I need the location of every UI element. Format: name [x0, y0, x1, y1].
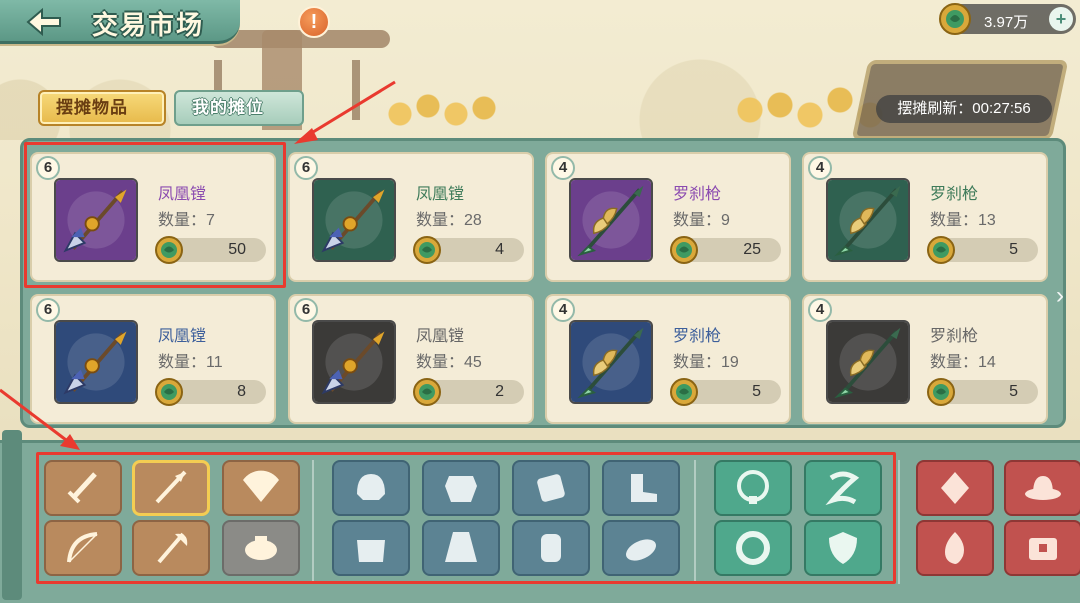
- item-price-bar: 8: [155, 378, 266, 406]
- item-thumbnail: [312, 320, 396, 404]
- jade-coin-icon: [412, 377, 442, 407]
- item-name: 凤凰镗: [158, 328, 207, 345]
- category-flame[interactable]: [916, 520, 994, 576]
- tab-my-stall[interactable]: 我的摊位: [174, 90, 304, 126]
- page-title: 交易市场: [92, 11, 205, 41]
- item-name: 罗刹枪: [930, 186, 979, 203]
- item-card[interactable]: 4 罗刹枪 数量：13 5: [802, 152, 1048, 282]
- gem-icon: [941, 472, 969, 504]
- item-name: 罗刹枪: [673, 328, 722, 345]
- highlight-box-categories: [36, 452, 896, 584]
- currency-amount: 3.97万: [984, 14, 1029, 31]
- item-thumbnail: [826, 178, 910, 262]
- item-price: 25: [743, 241, 761, 258]
- item-quantity: 数量：45: [416, 354, 482, 371]
- halberd-icon: [56, 322, 136, 402]
- item-price-bar: 5: [927, 236, 1038, 264]
- back-arrow-icon: [26, 7, 61, 37]
- highlight-box-item: [24, 142, 286, 288]
- back-button[interactable]: [20, 6, 68, 38]
- item-price: 5: [752, 383, 761, 400]
- item-level-badge: 6: [294, 298, 318, 322]
- tab-stall-items[interactable]: 摆摊物品: [38, 90, 166, 126]
- add-currency-button[interactable]: +: [1049, 7, 1073, 31]
- jade-coin-icon: [926, 235, 956, 265]
- jade-coin-icon: [669, 377, 699, 407]
- jade-coin-icon: [669, 235, 699, 265]
- spear-icon: [828, 322, 908, 402]
- item-name: 凤凰镗: [416, 186, 465, 203]
- item-price: 2: [495, 383, 504, 400]
- category-divider: [898, 460, 900, 584]
- stall-refresh-timer: 摆摊刷新：00:27:56: [876, 95, 1052, 123]
- item-level-badge: 4: [551, 298, 575, 322]
- item-name: 罗刹枪: [930, 328, 979, 345]
- item-level-badge: 4: [808, 298, 832, 322]
- item-card[interactable]: 6 凤凰镗 数量：11 8: [30, 294, 276, 424]
- flame-icon: [945, 532, 964, 564]
- coin-pile-decoration: [380, 84, 520, 134]
- item-thumbnail: [826, 320, 910, 404]
- currency-display: 3.97万 +: [939, 3, 1076, 35]
- item-name: 罗刹枪: [673, 186, 722, 203]
- item-thumbnail: [54, 320, 138, 404]
- item-price-bar: 5: [670, 378, 781, 406]
- item-price: 4: [495, 241, 504, 258]
- scale-leg-decoration: [352, 60, 360, 120]
- category-gem[interactable]: [916, 460, 994, 516]
- jade-coin-icon: [412, 235, 442, 265]
- category-bar-edge: [2, 430, 22, 600]
- item-quantity: 数量：11: [158, 354, 223, 371]
- item-quantity: 数量：19: [673, 354, 739, 371]
- item-card[interactable]: 4 罗刹枪 数量：14 5: [802, 294, 1048, 424]
- item-quantity: 数量：28: [416, 212, 482, 229]
- spear-icon: [571, 322, 651, 402]
- category-hat[interactable]: [1004, 460, 1080, 516]
- item-level-badge: 6: [294, 156, 318, 180]
- jade-coin-icon: [939, 3, 971, 35]
- item-thumbnail: [569, 320, 653, 404]
- spear-icon: [828, 180, 908, 260]
- item-name: 凤凰镗: [416, 328, 465, 345]
- item-price-bar: 4: [413, 236, 524, 264]
- item-thumbnail: [569, 178, 653, 262]
- jade-coin-icon: [154, 377, 184, 407]
- item-price-bar: 2: [413, 378, 524, 406]
- next-page-arrow[interactable]: ›: [1056, 282, 1076, 310]
- item-quantity: 数量：13: [930, 212, 996, 229]
- halberd-icon: [314, 180, 394, 260]
- item-thumbnail: [312, 178, 396, 262]
- item-price-bar: 25: [670, 236, 781, 264]
- item-price: 5: [1009, 383, 1018, 400]
- box-icon: [1029, 538, 1057, 560]
- spear-icon: [571, 180, 651, 260]
- item-price-bar: 5: [927, 378, 1038, 406]
- hat-icon: [1025, 476, 1061, 500]
- alert-button[interactable]: !: [298, 6, 330, 38]
- item-quantity: 数量：14: [930, 354, 996, 371]
- item-card[interactable]: 6 凤凰镗 数量：28 4: [288, 152, 534, 282]
- item-level-badge: 6: [36, 298, 60, 322]
- jade-coin-icon: [926, 377, 956, 407]
- item-level-badge: 4: [551, 156, 575, 180]
- category-box[interactable]: [1004, 520, 1080, 576]
- item-price: 5: [1009, 241, 1018, 258]
- item-level-badge: 4: [808, 156, 832, 180]
- halberd-icon: [314, 322, 394, 402]
- item-quantity: 数量：9: [673, 212, 730, 229]
- item-card[interactable]: 4 罗刹枪 数量：9 25: [545, 152, 791, 282]
- item-card[interactable]: 6 凤凰镗 数量：45 2: [288, 294, 534, 424]
- item-price: 8: [237, 383, 246, 400]
- item-card[interactable]: 4 罗刹枪 数量：19 5: [545, 294, 791, 424]
